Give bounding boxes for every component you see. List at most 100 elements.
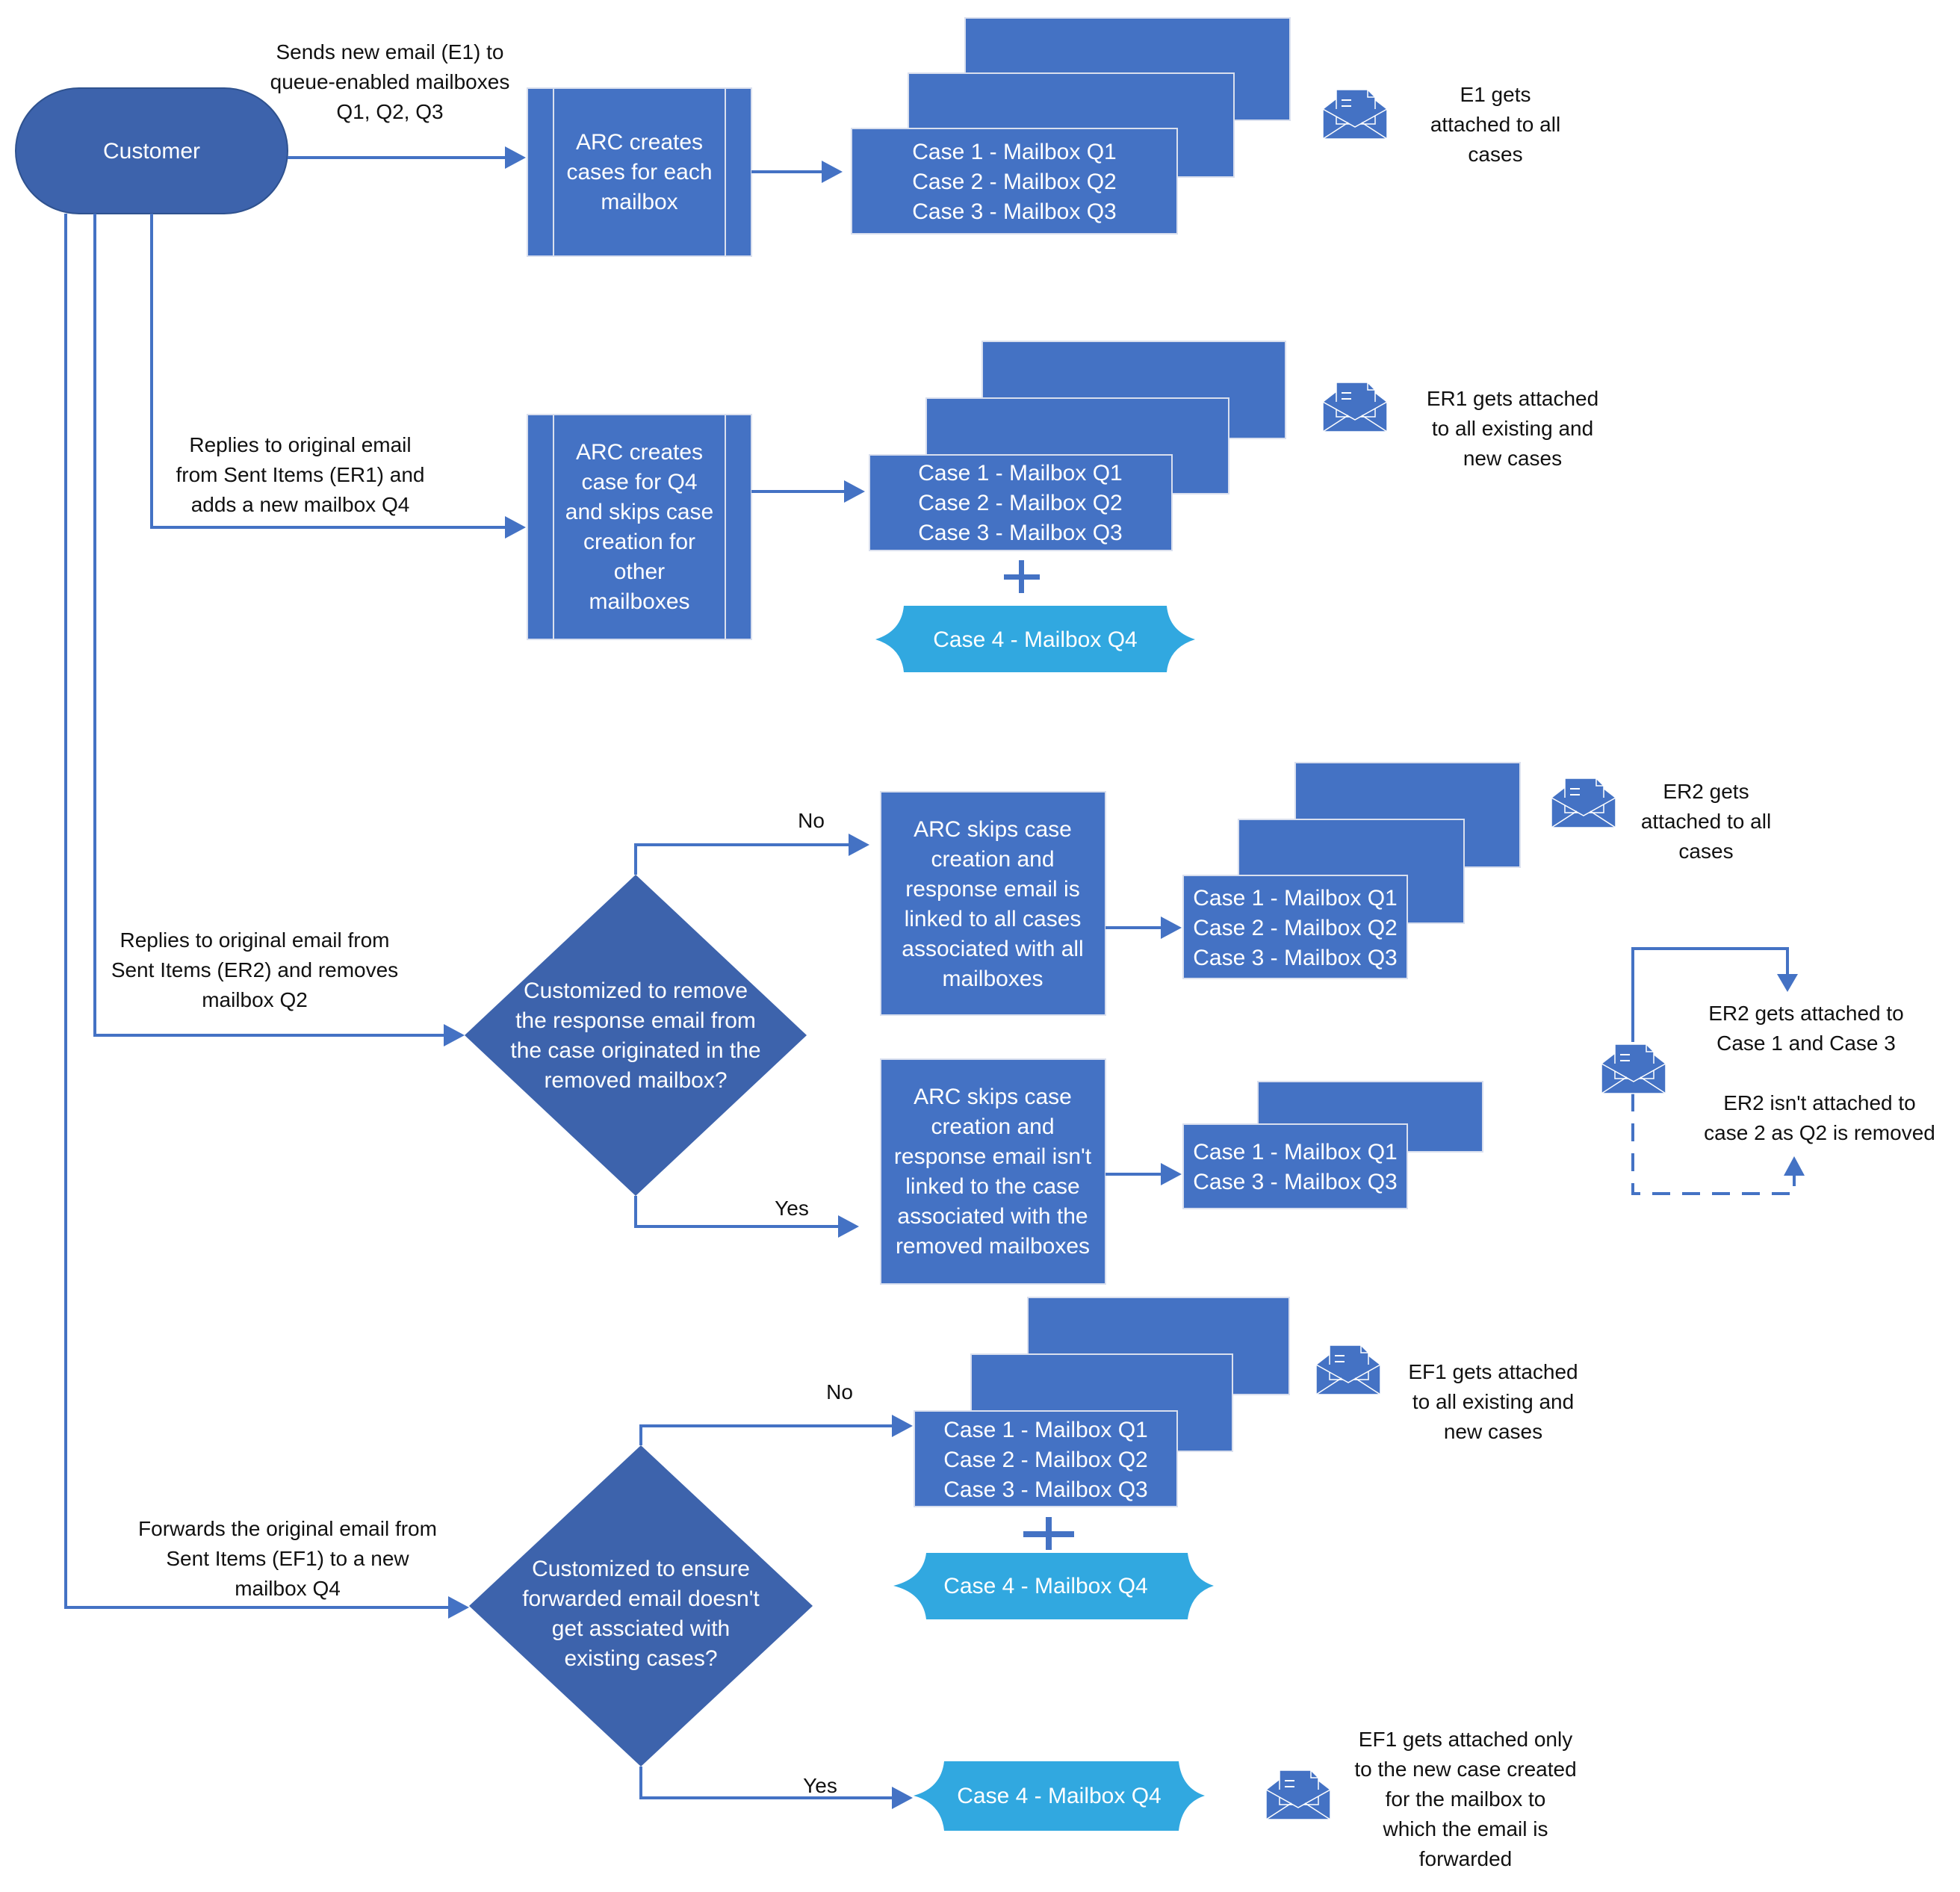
edge-flow4 (64, 214, 457, 1609)
svg-text:queue-enabled mailboxes: queue-enabled mailboxes (270, 70, 510, 93)
svg-text:mailboxes: mailboxes (942, 967, 1043, 991)
svg-text:existing cases?: existing cases? (564, 1646, 717, 1671)
case-item: Case 3 - Mailbox Q3 (1193, 1170, 1397, 1194)
case-item: Case 2 - Mailbox Q2 (943, 1448, 1147, 1472)
svg-text:creation for: creation for (583, 530, 695, 554)
svg-text:for the mailbox to: for the mailbox to (1386, 1787, 1546, 1811)
svg-text:new cases: new cases (1463, 447, 1562, 470)
no-label: No (826, 1380, 853, 1404)
svg-text:creation and: creation and (931, 1114, 1054, 1139)
flow1-process-box[interactable]: ARC creates cases for each mailbox (527, 87, 752, 257)
flow2-case-stack[interactable]: Case 1 - Mailbox Q1 Case 2 - Mailbox Q2 … (869, 341, 1286, 551)
flow2-process-box[interactable]: ARC creates case for Q4 and skips case c… (527, 414, 752, 640)
svg-text:Customized to ensure: Customized to ensure (532, 1557, 750, 1581)
connector-lines (64, 146, 526, 1619)
svg-text:mailbox Q4: mailbox Q4 (235, 1577, 341, 1600)
svg-text:Case 1 and Case 3: Case 1 and Case 3 (1716, 1032, 1896, 1055)
email-icon (1322, 382, 1388, 432)
case-item: Case 1 - Mailbox Q1 (1193, 886, 1397, 911)
case-item: Case 3 - Mailbox Q3 (1193, 946, 1397, 970)
arrow-head (505, 516, 526, 539)
flow4-no-case-stack[interactable]: Case 1 - Mailbox Q1 Case 2 - Mailbox Q2 … (914, 1297, 1290, 1507)
svg-text:Customized to remove: Customized to remove (524, 978, 748, 1003)
flow3-side-illustration: ER2 gets attached to Case 1 and Case 3 E… (1601, 947, 1935, 1195)
flow3-decision[interactable]: Customized to remove the response email … (465, 875, 807, 1196)
svg-text:mailbox: mailbox (601, 190, 677, 214)
case-item: Case 1 - Mailbox Q1 (912, 140, 1116, 164)
flow2-new-case-banner[interactable]: Case 4 - Mailbox Q4 (875, 606, 1195, 672)
svg-text:case for Q4: case for Q4 (581, 470, 697, 494)
svg-text:ARC skips case: ARC skips case (914, 817, 1072, 842)
svg-text:Replies to original email from: Replies to original email from (120, 928, 389, 952)
edge-flow3 (93, 214, 453, 1037)
svg-text:adds a new mailbox Q4: adds a new mailbox Q4 (191, 493, 410, 516)
svg-text:Sent Items (EF1) to a new: Sent Items (EF1) to a new (166, 1547, 409, 1570)
svg-text:Sends new email (E1) to: Sends new email (E1) to (276, 40, 503, 63)
arrow-head (822, 161, 843, 183)
svg-text:response email is: response email is (905, 877, 1079, 902)
solid-connector (1631, 947, 1789, 1042)
flow4-no-new-case-banner[interactable]: Case 4 - Mailbox Q4 (893, 1553, 1214, 1619)
arrow-head (892, 1787, 913, 1809)
svg-text:which the email is: which the email is (1383, 1817, 1548, 1840)
arrow-head (892, 1415, 913, 1437)
case-item: Case 1 - Mailbox Q1 (943, 1418, 1147, 1442)
flow4-no-note: EF1 gets attached to all existing and ne… (1408, 1360, 1578, 1443)
svg-text:ARC creates: ARC creates (576, 440, 703, 465)
flow4-decision[interactable]: Customized to ensure forwarded email doe… (469, 1445, 813, 1767)
svg-text:to all existing and: to all existing and (1412, 1390, 1574, 1413)
flow3-no-process-box[interactable]: ARC skips case creation and response ema… (880, 791, 1106, 1016)
case-item: Case 3 - Mailbox Q3 (943, 1477, 1147, 1502)
arrow-head (505, 146, 526, 169)
customer-label: Customer (103, 139, 200, 164)
case-item: Case 2 - Mailbox Q2 (918, 491, 1122, 515)
svg-text:ER2 gets attached to: ER2 gets attached to (1708, 1002, 1904, 1025)
svg-text:cases: cases (1468, 143, 1522, 166)
svg-text:mailboxes: mailboxes (589, 589, 689, 614)
customer-terminal[interactable]: Customer (15, 87, 288, 214)
svg-text:EF1 gets attached: EF1 gets attached (1408, 1360, 1578, 1383)
svg-text:other: other (614, 559, 665, 584)
flow2-note: ER1 gets attached to all existing and ne… (1427, 387, 1598, 470)
svg-text:ER1 gets attached: ER1 gets attached (1427, 387, 1598, 410)
svg-text:attached to all: attached to all (1430, 113, 1560, 136)
svg-text:the response email from: the response email from (515, 1008, 756, 1033)
edge-yes (639, 1767, 901, 1799)
svg-text:Case 4 - Mailbox Q4: Case 4 - Mailbox Q4 (943, 1574, 1147, 1598)
plus-icon (1023, 1517, 1074, 1550)
svg-text:response email isn't: response email isn't (894, 1144, 1092, 1169)
svg-text:cases: cases (1678, 840, 1733, 863)
svg-text:E1 gets: E1 gets (1460, 83, 1531, 106)
svg-text:forwarded email doesn't: forwarded email doesn't (522, 1587, 760, 1611)
svg-text:linked to the case: linked to the case (905, 1174, 1079, 1199)
flow2-edge-label: Replies to original email from Sent Item… (176, 433, 424, 516)
case-card-front (1182, 1123, 1408, 1209)
flowchart-canvas: Customer Sends new email (E1) to queue-e… (15, 17, 1935, 1870)
flow4-yes-new-case-banner[interactable]: Case 4 - Mailbox Q4 (914, 1761, 1205, 1831)
flow3-yes-process-box[interactable]: ARC skips case creation and response ema… (880, 1058, 1106, 1285)
svg-text:Q1, Q2, Q3: Q1, Q2, Q3 (336, 100, 443, 123)
case-item: Case 3 - Mailbox Q3 (912, 199, 1116, 224)
svg-text:forwarded: forwarded (1419, 1847, 1513, 1870)
svg-text:case 2 as Q2 is removed: case 2 as Q2 is removed (1704, 1121, 1935, 1144)
svg-text:EF1 gets attached only: EF1 gets attached only (1359, 1728, 1572, 1751)
case-item: Case 1 - Mailbox Q1 (918, 461, 1122, 486)
email-icon (1322, 89, 1388, 140)
svg-text:ARC creates: ARC creates (576, 130, 703, 155)
plus-icon (1004, 560, 1040, 593)
flow1-edge-label: Sends new email (E1) to queue-enabled ma… (270, 40, 510, 123)
svg-text:Replies to original email: Replies to original email (189, 433, 411, 456)
svg-text:to the new case created: to the new case created (1354, 1758, 1576, 1781)
case-item: Case 1 - Mailbox Q1 (1193, 1140, 1397, 1164)
arrow-head (1777, 974, 1798, 992)
email-icon (1601, 1043, 1666, 1094)
case-item: Case 2 - Mailbox Q2 (1193, 916, 1397, 940)
flow3-edge-label: Replies to original email from Sent Item… (111, 928, 398, 1011)
svg-text:linked to all cases: linked to all cases (905, 907, 1082, 931)
flow3-no-case-stack[interactable]: Case 1 - Mailbox Q1 Case 2 - Mailbox Q2 … (1182, 762, 1521, 979)
flow4-edge-label: Forwards the original email from Sent It… (138, 1517, 437, 1600)
flow3-yes-case-stack[interactable]: Case 1 - Mailbox Q1 Case 3 - Mailbox Q3 (1182, 1081, 1483, 1209)
svg-text:Case 4 - Mailbox Q4: Case 4 - Mailbox Q4 (933, 627, 1137, 652)
email-icon (1551, 778, 1616, 828)
flow1-case-stack[interactable]: Case 1 - Mailbox Q1 Case 2 - Mailbox Q2 … (851, 17, 1291, 235)
